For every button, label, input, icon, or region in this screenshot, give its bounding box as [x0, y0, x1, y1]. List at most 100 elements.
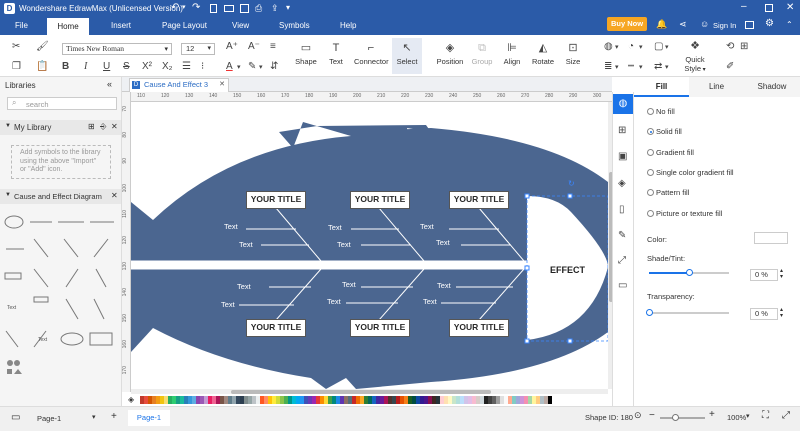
page-icon[interactable]: ▯ — [619, 204, 625, 215]
font-color-icon[interactable]: A — [226, 61, 233, 72]
zoom-out-icon[interactable]: − — [649, 410, 655, 421]
document-tab[interactable]: D Cause And Effect 3 ✕ — [129, 78, 229, 92]
option-single-color-gradient[interactable]: Single color gradient fill — [656, 168, 734, 177]
copy-icon[interactable]: ❐ — [12, 61, 21, 72]
collapse-panel-icon[interactable]: « — [107, 79, 112, 89]
format-painter-icon[interactable]: 🖌 — [36, 41, 49, 52]
option-solid-fill[interactable]: Solid fill — [656, 127, 682, 136]
shape-thumb-branch[interactable] — [65, 298, 79, 320]
option-gradient-fill[interactable]: Gradient fill — [656, 148, 694, 157]
search-input[interactable]: search ⌕ — [7, 97, 117, 110]
page-tab[interactable]: Page-1 — [128, 410, 170, 426]
selection-handle[interactable] — [567, 193, 573, 199]
bullets-icon[interactable]: ☰ — [182, 61, 191, 72]
shade-slider[interactable] — [649, 269, 729, 276]
cause-text[interactable]: Text — [237, 282, 251, 291]
font-color-dropdown-icon[interactable]: ▾ — [237, 63, 241, 71]
selection-handle[interactable] — [524, 265, 530, 271]
highlight-dropdown-icon[interactable]: ▾ — [259, 63, 263, 71]
highlight-icon[interactable]: ✎ — [248, 61, 256, 72]
redo-icon[interactable]: ↷ — [192, 2, 200, 13]
close-icon[interactable]: ✕ — [786, 2, 794, 13]
fit-page-icon[interactable]: ⛶ — [762, 410, 769, 421]
share-icon[interactable]: ⋖ — [679, 19, 687, 30]
transparency-value-field[interactable]: 0 % — [750, 308, 778, 320]
cause-text[interactable]: Text — [327, 297, 341, 306]
subscript-icon[interactable]: X₂ — [162, 61, 173, 72]
cause-text[interactable]: Text — [224, 222, 238, 231]
title-box[interactable]: YOUR TITLE — [350, 319, 410, 337]
decrease-font-icon[interactable]: A⁻ — [248, 41, 260, 52]
tab-shadow[interactable]: Shadow — [744, 77, 800, 97]
menu-file[interactable]: File — [15, 21, 28, 30]
arrow-style-icon[interactable]: ⇄ — [654, 61, 662, 72]
effect-label[interactable]: EFFECT — [550, 265, 585, 275]
shape-thumb-branch[interactable] — [5, 330, 19, 348]
add-library-icon[interactable]: ⎆ — [100, 122, 106, 132]
shape-thumb-cluster[interactable] — [7, 369, 12, 374]
cause-text[interactable]: Text — [420, 222, 434, 231]
play-icon[interactable]: ⊙ — [634, 410, 642, 421]
selection-handle[interactable] — [567, 338, 573, 344]
shape-thumb-box[interactable] — [33, 296, 49, 303]
fill-none-icon[interactable]: ◈ — [128, 395, 134, 404]
transparency-slider[interactable] — [646, 309, 729, 316]
cause-text[interactable]: Text — [221, 300, 235, 309]
radio-gradient-fill[interactable] — [647, 149, 654, 156]
page-selector[interactable]: Page-1 ▾ — [33, 413, 99, 425]
fill-panel-tab[interactable]: ◍ — [613, 94, 633, 114]
replace-shape-icon[interactable]: ⟲ — [726, 41, 734, 52]
title-box[interactable]: YOUR TITLE — [350, 191, 410, 209]
radio-pattern-fill[interactable] — [647, 189, 654, 196]
zoom-slider-thumb[interactable] — [672, 414, 679, 421]
store-icon[interactable] — [745, 21, 754, 29]
font-size-select[interactable]: 12 ▾ — [181, 43, 215, 55]
settings-gear-icon[interactable]: ⚙ — [765, 18, 774, 29]
font-name-select[interactable]: Times New Roman ▾ — [62, 43, 172, 55]
ribbon-more-icon[interactable]: ⊞ — [740, 41, 748, 52]
text-direction-icon[interactable]: ⇵ — [270, 61, 278, 72]
shadow-dropdown-icon[interactable]: ▾ — [665, 43, 669, 51]
radio-solid-fill[interactable] — [647, 128, 654, 135]
select-button[interactable]: ↖ Select — [392, 38, 422, 74]
fullscreen-icon[interactable]: ⤢ — [782, 410, 790, 421]
align-button[interactable]: ⊫ Align — [499, 42, 525, 66]
shape-thumb-branch[interactable] — [63, 238, 79, 258]
underline-icon[interactable]: U — [103, 61, 110, 72]
text-button[interactable]: T Text — [323, 42, 349, 66]
fill-bucket-icon[interactable]: ◍ — [604, 41, 613, 52]
open-folder-icon[interactable] — [224, 5, 234, 12]
dash-style-dropdown-icon[interactable]: ▾ — [639, 63, 643, 71]
italic-icon[interactable]: I — [84, 61, 87, 72]
shape-thumb-box[interactable] — [4, 272, 22, 280]
shape-thumb-cluster[interactable] — [14, 369, 22, 374]
option-no-fill[interactable]: No fill — [656, 107, 675, 116]
option-pattern-fill[interactable]: Pattern fill — [656, 188, 689, 197]
dash-style-icon[interactable]: ┅ — [628, 61, 634, 72]
layers-icon[interactable]: ◈ — [618, 178, 626, 189]
line-color-dropdown-icon[interactable]: ▾ — [639, 43, 643, 51]
save-icon[interactable] — [240, 4, 249, 13]
cut-icon[interactable]: ✂ — [12, 41, 20, 52]
position-button[interactable]: ◈ Position — [433, 42, 467, 66]
theme-grid-icon[interactable]: ⊞ — [618, 125, 626, 136]
option-picture-fill[interactable]: Picture or texture fill — [656, 209, 722, 218]
cause-text[interactable]: Text — [436, 238, 450, 247]
quick-style-button[interactable]: ❖ Quick Style ▾ — [680, 40, 710, 73]
cause-text[interactable]: Text — [437, 281, 451, 290]
tab-line[interactable]: Line — [689, 77, 744, 97]
menu-help[interactable]: Help — [340, 21, 356, 30]
transparency-stepper-icon[interactable]: ▴ ▾ — [780, 307, 783, 319]
fishbone-diagram[interactable]: ↻ — [131, 102, 608, 389]
shape-thumb-cluster[interactable] — [7, 360, 13, 366]
arrow-style-dropdown-icon[interactable]: ▾ — [665, 63, 669, 71]
fit-icon[interactable]: ⤢ — [618, 255, 626, 266]
fill-dropdown-icon[interactable]: ▾ — [615, 43, 619, 51]
format-clear-icon[interactable]: ✐ — [726, 61, 734, 72]
zoom-level[interactable]: 100% — [727, 413, 746, 422]
increase-font-icon[interactable]: A⁺ — [226, 41, 238, 52]
cause-text[interactable]: Text — [337, 240, 351, 249]
shape-thumb-fishbone-head[interactable] — [4, 215, 24, 229]
tab-fill[interactable]: Fill — [634, 77, 689, 97]
my-library-header[interactable]: ▼ My Library ⊞ ⎆ ✕ — [0, 120, 121, 135]
